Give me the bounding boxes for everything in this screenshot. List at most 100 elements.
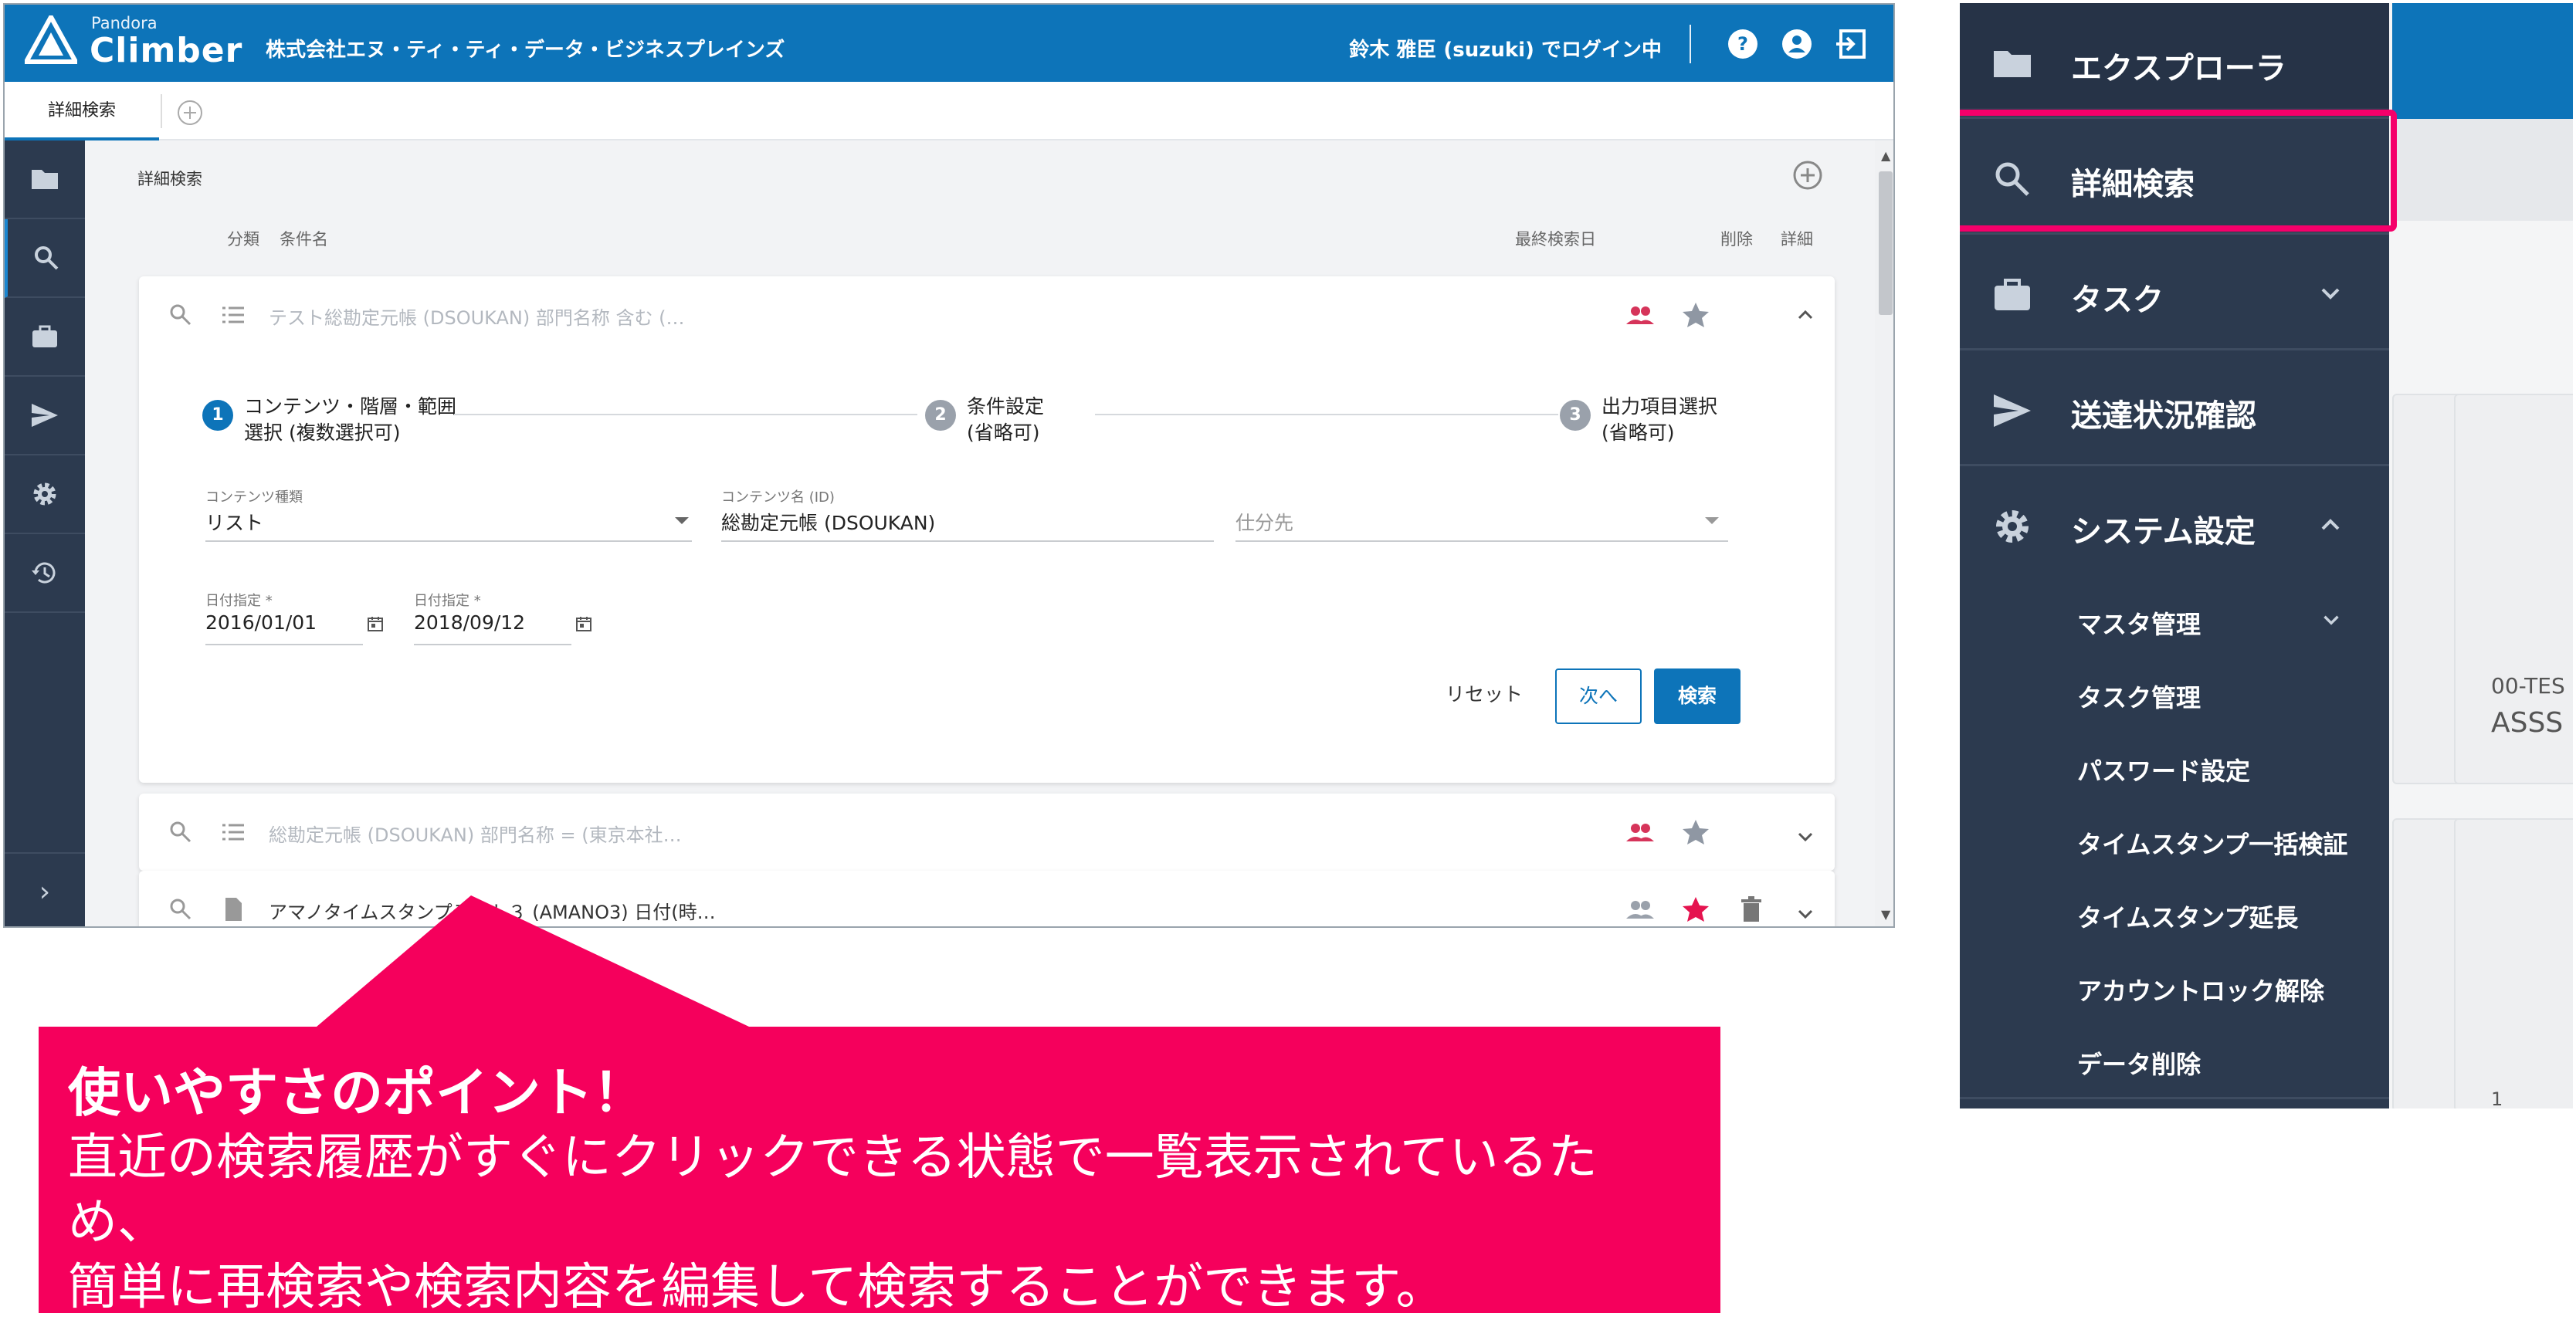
divider <box>1690 25 1691 63</box>
menu-zoom-panel: 00-TES ASSS 1 エクスプローラ 詳細検索 タスク 送達状況確認 シス… <box>1960 3 2573 1108</box>
nav-settings[interactable] <box>5 455 85 534</box>
tab-advanced-search[interactable]: 詳細検索 <box>5 82 159 140</box>
search-icon <box>35 246 59 270</box>
menu-item-delivery-status[interactable]: 送達状況確認 <box>1960 350 2389 466</box>
background-card-number: 1 <box>2491 1088 2503 1108</box>
sort-select[interactable]: 仕分先 <box>1235 508 1293 536</box>
field-underline <box>205 540 692 542</box>
app-window: Pandora Climber 株式会社エヌ・ティ・ティ・データ・ビジネスプレイ… <box>3 3 1895 928</box>
scrollbar[interactable]: ▲ ▼ <box>1875 140 1893 926</box>
nav-task[interactable] <box>5 298 85 377</box>
shared-users-icon[interactable] <box>1625 300 1656 330</box>
chevron-down-icon[interactable] <box>2318 607 2344 633</box>
side-nav: › <box>5 140 85 926</box>
shared-users-icon[interactable] <box>1625 817 1656 848</box>
step-3[interactable]: 3 出力項目選択 (省略可) <box>1560 394 1717 446</box>
nav-send[interactable] <box>5 377 85 455</box>
submenu-item-master[interactable]: マスタ管理 <box>2077 605 2201 641</box>
condition-row-header[interactable]: 総勘定元帳 (DSOUKAN) 部門名称 = (東京本社… <box>139 794 1835 871</box>
menu-item-label: タスク <box>2071 283 2164 318</box>
content-type-select[interactable]: リスト <box>205 508 263 536</box>
top-bar: Pandora Climber 株式会社エヌ・ティ・ティ・データ・ビジネスプレイ… <box>5 5 1893 82</box>
step-1[interactable]: 1 コンテンツ・階層・範囲 選択 (複数選択可) <box>202 394 456 446</box>
expand-nav-icon[interactable]: › <box>5 852 85 926</box>
search-condition-card[interactable]: 総勘定元帳 (DSOUKAN) 部門名称 = (東京本社… <box>139 794 1835 871</box>
background-card-text: ASSS <box>2491 707 2564 739</box>
calendar-icon[interactable] <box>366 614 385 633</box>
step-label: コンテンツ・階層・範囲 選択 (複数選択可) <box>244 395 457 444</box>
chevron-down-icon[interactable] <box>1705 517 1719 524</box>
trash-icon[interactable] <box>1736 894 1767 925</box>
menu-item-explorer[interactable]: エクスプローラ <box>1960 3 2389 119</box>
brand-name: Climber <box>90 31 243 70</box>
submenu-item-timestamp-verify[interactable]: タイムスタンプ一括検証 <box>2077 825 2347 861</box>
field-underline <box>414 644 571 645</box>
document-icon <box>225 898 242 921</box>
menu-item-task[interactable]: タスク <box>1960 235 2389 350</box>
add-condition-icon[interactable] <box>1791 159 1824 191</box>
highlight-frame <box>1960 110 2397 232</box>
next-button[interactable]: 次へ <box>1555 668 1642 724</box>
submenu-item-data-delete[interactable]: データ削除 <box>2077 1045 2201 1081</box>
star-icon[interactable] <box>1680 894 1711 925</box>
step-number: 2 <box>925 400 956 431</box>
search-condition-card-expanded: テスト総勘定元帳 (DSOUKAN) 部門名称 含む (… 1 コンテンツ・階層… <box>139 276 1835 783</box>
help-icon[interactable]: ? <box>1727 28 1759 60</box>
step-number: 3 <box>1560 400 1591 431</box>
chevron-up-icon[interactable] <box>1790 300 1821 330</box>
nav-search[interactable] <box>5 219 85 298</box>
brand-small: Pandora <box>91 14 158 32</box>
submenu-item-password[interactable]: パスワード設定 <box>2077 752 2250 787</box>
header-detail: 詳細 <box>1781 230 1813 249</box>
account-icon[interactable] <box>1781 28 1813 60</box>
step-2[interactable]: 2 条件設定 (省略可) <box>925 394 1044 446</box>
header-category: 分類 <box>227 230 259 249</box>
header-delete: 削除 <box>1720 230 1753 249</box>
star-icon[interactable] <box>1680 300 1711 330</box>
calendar-icon[interactable] <box>575 614 593 633</box>
callout-line-1: 直近の検索履歴がすぐにクリックできる状態で一覧表示されているため、 <box>68 1129 1598 1251</box>
header-last-search: 最終検索日 <box>1515 230 1596 249</box>
content-name-input[interactable]: 総勘定元帳 (DSOUKAN) <box>721 508 935 536</box>
submenu-item-timestamp-extend[interactable]: タイムスタンプ延長 <box>2077 899 2298 934</box>
nav-history[interactable] <box>5 534 85 613</box>
menu-item-system-settings[interactable]: システム設定 マスタ管理 タスク管理 パスワード設定 タイムスタンプ一括検証 タ… <box>1960 466 2389 1099</box>
folder-icon <box>1994 51 2031 77</box>
scroll-down-icon[interactable]: ▼ <box>1881 907 1890 922</box>
chevron-down-icon[interactable] <box>1790 899 1821 928</box>
submenu-item-account-unlock[interactable]: アカウントロック解除 <box>2077 972 2324 1007</box>
briefcase-icon <box>1995 279 2030 310</box>
history-icon <box>32 562 56 584</box>
condition-name: テスト総勘定元帳 (DSOUKAN) 部門名称 含む (… <box>269 307 685 329</box>
star-icon[interactable] <box>1680 817 1711 848</box>
content-type-label: コンテンツ種類 <box>205 489 303 506</box>
condition-row-header[interactable]: テスト総勘定元帳 (DSOUKAN) 部門名称 含む (… <box>139 276 1835 354</box>
company-name: 株式会社エヌ・ティ・ティ・データ・ビジネスプレインズ <box>266 39 785 62</box>
background-topbar <box>2392 3 2573 119</box>
scroll-up-icon[interactable]: ▲ <box>1881 148 1890 163</box>
search-button[interactable]: 検索 <box>1654 668 1740 724</box>
chevron-down-icon[interactable] <box>1790 821 1821 852</box>
scroll-thumb[interactable] <box>1879 171 1893 315</box>
logout-icon[interactable] <box>1835 28 1867 60</box>
background-card: 00-TES ASSS <box>2454 394 2573 784</box>
date-to-input[interactable]: 2018/09/12 <box>414 611 525 634</box>
chevron-up-icon[interactable] <box>2315 509 2346 540</box>
chevron-down-icon[interactable] <box>675 517 689 524</box>
date-from-input[interactable]: 2016/01/01 <box>205 611 317 634</box>
shared-users-icon[interactable] <box>1625 894 1656 925</box>
add-tab-icon[interactable] <box>176 99 204 127</box>
condition-name: 総勘定元帳 (DSOUKAN) 部門名称 = (東京本社… <box>269 824 682 846</box>
main-content: 詳細検索 分類 条件名 最終検索日 削除 詳細 テスト総勘定元帳 (DSOUKA… <box>85 140 1869 928</box>
submenu-item-task-management[interactable]: タスク管理 <box>2077 679 2201 714</box>
pandora-logo-icon <box>25 15 77 64</box>
nav-explorer[interactable] <box>5 140 85 219</box>
chevron-down-icon[interactable] <box>2315 278 2346 309</box>
search-icon <box>170 899 192 920</box>
send-icon <box>32 404 58 427</box>
callout-box: 使いやすさのポイント！ 直近の検索履歴がすぐにクリックできる状態で一覧表示されて… <box>39 1027 1720 1316</box>
send-icon <box>1994 394 2031 427</box>
reset-button[interactable]: リセット <box>1446 679 1523 707</box>
folder-icon <box>32 170 58 189</box>
briefcase-icon <box>32 325 57 347</box>
